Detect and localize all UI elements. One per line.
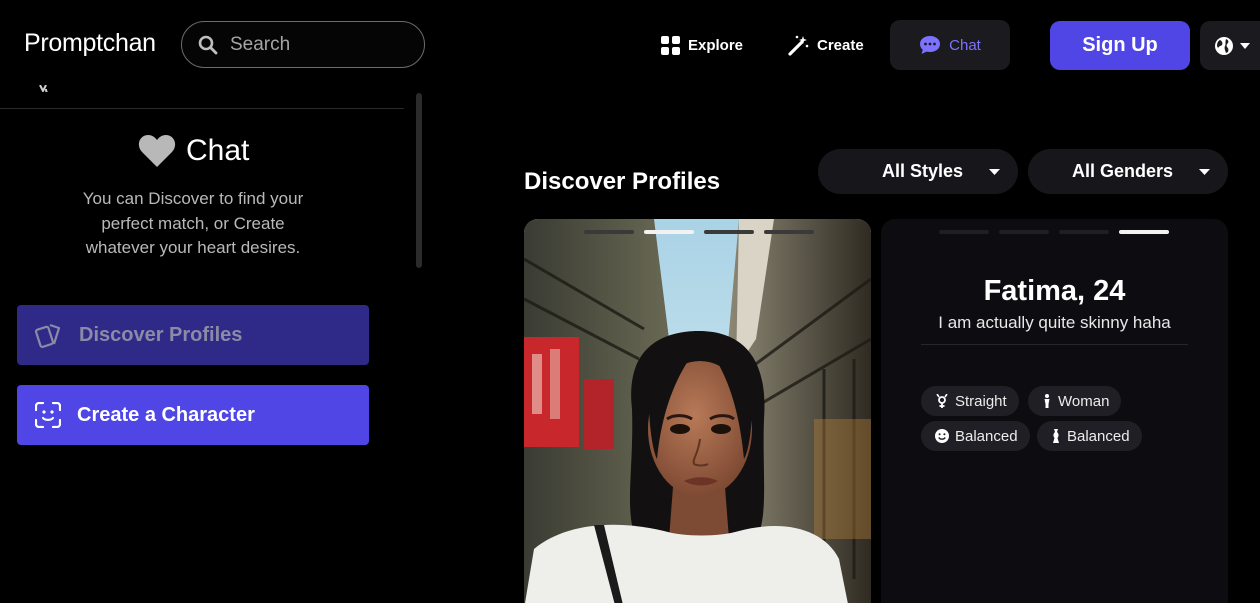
chat-bubble-icon — [920, 36, 941, 54]
discover-profiles-label: Discover Profiles — [79, 323, 243, 346]
photo-progress-bar — [584, 230, 814, 234]
tag-label: Straight — [955, 392, 1007, 410]
nav-explore-label: Explore — [688, 36, 744, 54]
profile-info-card[interactable]: Fatima, 24 I am actually quite skinny ha… — [881, 219, 1228, 603]
body-shape-icon — [1053, 429, 1059, 443]
heart-icon — [138, 135, 176, 167]
sidebar-intro-text: You can Discover to find your perfect ma… — [82, 189, 304, 257]
sidebar-chat-title: Chat — [186, 134, 250, 167]
genders-filter-label: All Genders — [1071, 161, 1173, 181]
tag-label: Balanced — [1067, 427, 1130, 445]
chevron-down-icon — [989, 168, 1000, 175]
magic-wand-icon — [788, 35, 809, 56]
cards-icon — [35, 323, 61, 348]
sidebar-chat-heading: Chat — [138, 134, 249, 168]
sidebar-scrollbar[interactable] — [416, 93, 422, 268]
page-title: Discover Profiles — [524, 168, 721, 195]
tag-label: Woman — [1058, 392, 1110, 410]
language-selector[interactable] — [1200, 21, 1260, 70]
chevron-down-icon — [1199, 168, 1210, 175]
globe-icon — [1215, 36, 1233, 55]
face-scan-icon — [35, 402, 61, 428]
create-character-button[interactable]: Create a Character — [17, 385, 369, 445]
gender-symbol-icon — [936, 394, 948, 408]
tag-gender: Woman — [1028, 386, 1122, 416]
progress-segment — [704, 230, 754, 234]
tag-orientation: Straight — [921, 386, 1019, 416]
top-bar: Promptchan Explore Create — [0, 0, 1260, 92]
tag-body-type: Balanced — [1037, 421, 1142, 451]
progress-segment — [764, 230, 814, 234]
grid-icon — [661, 35, 680, 55]
nav-chat-label: Chat — [949, 36, 981, 54]
sidebar-divider — [0, 108, 404, 109]
sidebar-clipped-fragment — [38, 82, 52, 92]
profile-name: Fatima, 24 — [983, 275, 1126, 307]
person-icon — [1044, 394, 1050, 408]
nav-create-label: Create — [817, 36, 864, 54]
chevron-down-icon — [1240, 42, 1250, 49]
search-icon — [198, 35, 218, 54]
styles-filter-dropdown[interactable]: All Styles — [818, 149, 1018, 194]
search-input[interactable] — [230, 33, 410, 56]
sign-up-button[interactable]: Sign Up — [1050, 21, 1190, 70]
progress-segment — [939, 230, 989, 234]
smiley-icon — [935, 429, 949, 443]
progress-segment — [1059, 230, 1109, 234]
progress-segment-active — [1119, 230, 1169, 234]
styles-filter-label: All Styles — [881, 161, 963, 181]
tag-label: Balanced — [955, 427, 1018, 445]
search-box[interactable] — [181, 21, 425, 68]
nav-explore[interactable]: Explore — [661, 21, 743, 69]
discover-profiles-button[interactable]: Discover Profiles — [17, 305, 369, 365]
tag-personality: Balanced — [921, 421, 1030, 451]
logo[interactable]: Promptchan — [24, 29, 156, 58]
nav-chat[interactable]: Chat — [890, 20, 1010, 70]
info-progress-bar — [939, 230, 1169, 234]
create-character-label: Create a Character — [77, 403, 255, 426]
genders-filter-dropdown[interactable]: All Genders — [1028, 149, 1228, 194]
profile-photo — [524, 219, 871, 603]
progress-segment — [999, 230, 1049, 234]
nav-create[interactable]: Create — [788, 21, 864, 69]
profile-bio: I am actually quite skinny haha — [938, 313, 1171, 332]
progress-segment — [584, 230, 634, 234]
progress-segment-active — [644, 230, 694, 234]
profile-photo-card[interactable] — [524, 219, 871, 603]
info-divider — [921, 344, 1188, 345]
